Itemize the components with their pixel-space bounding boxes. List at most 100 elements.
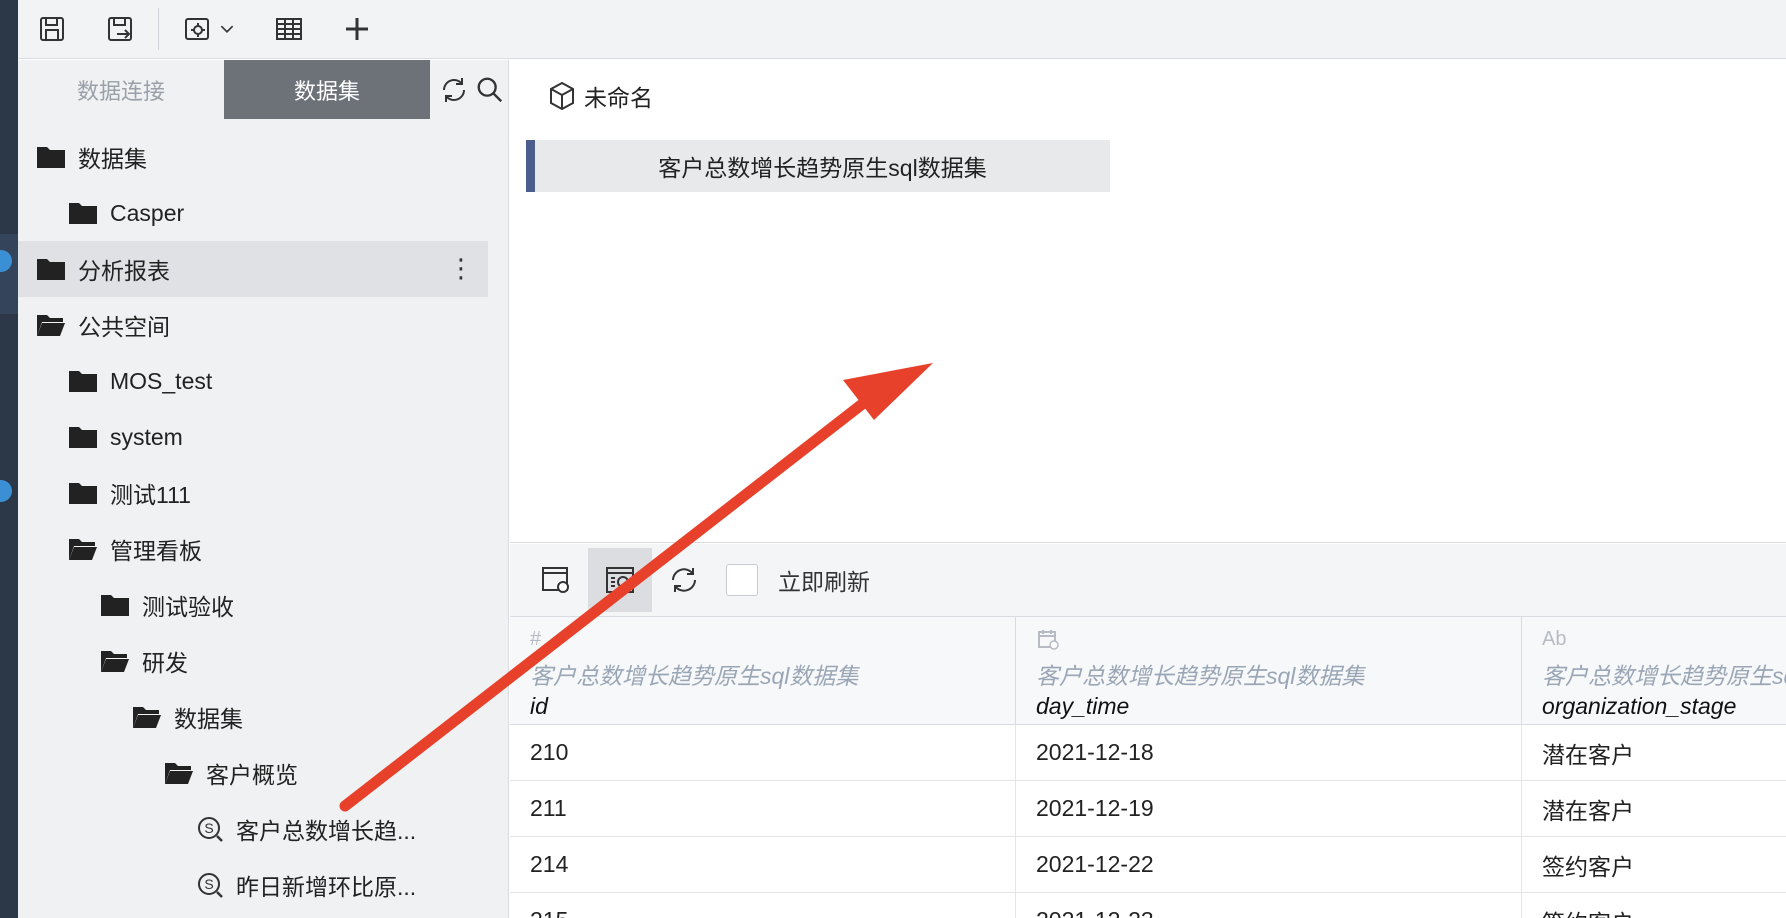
tree-item-sql-dataset[interactable]: S 昨日新增环比原...: [18, 857, 509, 913]
tree-item-folder[interactable]: 研发: [18, 633, 509, 689]
sql-dataset-icon: S: [196, 871, 236, 899]
svg-text:S: S: [204, 876, 213, 892]
table-cell: 签约客户: [1522, 893, 1786, 918]
grid-header: # 客户总数增长趋势原生sql数据集 id 客户总数增长趋势原生sql数据集 day_t…: [510, 617, 1786, 725]
table-row: 214 2021-12-22 签约客户: [510, 837, 1786, 893]
tree-item-folder[interactable]: 测试验收: [18, 577, 509, 633]
grid-body: 210 2021-12-18 潜在客户 211 2021-12-19 潜在客户 214 202…: [510, 725, 1786, 918]
table-row: 2152021-12-23签约客户: [510, 893, 1786, 918]
preview-settings-button[interactable]: [524, 548, 588, 612]
save-icon: [40, 17, 64, 41]
preview-data-button[interactable]: [588, 548, 652, 612]
auto-refresh-checkbox[interactable]: [726, 564, 758, 596]
preview-refresh-button[interactable]: [652, 548, 716, 612]
auto-refresh-label: 立即刷新: [778, 569, 870, 595]
nav-strip-badge[interactable]: [0, 480, 12, 502]
more-options-icon[interactable]: ⋮: [448, 253, 474, 283]
preview-toolbar: 立即刷新: [510, 544, 1786, 617]
folder-icon: [36, 256, 78, 282]
tree-item-folder[interactable]: 管理看板: [18, 521, 509, 577]
tree-item-folder[interactable]: 客户概览: [18, 745, 509, 801]
tree-item-label: 测试111: [110, 482, 191, 508]
folder-open-icon: [100, 648, 142, 674]
tree-item-label: 数据集: [78, 146, 147, 172]
table-button[interactable]: [255, 0, 323, 59]
search-button[interactable]: [472, 72, 508, 108]
folder-icon: [68, 200, 110, 226]
refresh-icon: [672, 568, 696, 592]
column-name: day_time: [1036, 693, 1130, 719]
window-settings-icon: [542, 567, 569, 593]
column-source: 客户总数增长趋势原生sql数据集: [1036, 663, 1365, 689]
table-cell: 215: [510, 893, 1016, 918]
nav-strip-highlight: [0, 234, 18, 314]
tree-item-folder[interactable]: 公共空间: [18, 297, 509, 353]
table-row: 211 2021-12-19 潜在客户: [510, 781, 1786, 837]
tree-item-label: MOS_test: [110, 367, 213, 394]
design-canvas[interactable]: 未命名 客户总数增长趋势原生sql数据集: [510, 60, 1786, 543]
search-icon: [477, 77, 503, 102]
panel-tabs: 数据连接 数据集: [18, 60, 509, 119]
table-cell: 2021-12-18: [1016, 725, 1522, 780]
tree-item-label: 数据集: [174, 706, 243, 732]
dataset-node[interactable]: 客户总数增长趋势原生sql数据集: [526, 140, 1110, 192]
folder-open-icon: [132, 704, 174, 730]
tree-item-label: 公共空间: [78, 314, 170, 340]
folder-icon: [68, 424, 110, 450]
table-cell: 2021-12-22: [1016, 837, 1522, 892]
table-cell: 214: [510, 837, 1016, 892]
refresh-button[interactable]: [436, 72, 472, 108]
tree-item-label: Casper: [110, 199, 185, 226]
table-cell: 潜在客户: [1522, 725, 1786, 780]
svg-text:S: S: [204, 820, 213, 836]
date-type-icon: [1038, 630, 1059, 650]
table-cell: 签约客户: [1522, 837, 1786, 892]
tree-item-label: 研发: [142, 650, 188, 676]
column-header[interactable]: 客户总数增长趋势原生sql数据集 day_time: [1016, 617, 1522, 724]
add-button[interactable]: [323, 0, 391, 59]
column-source: 客户总数增长趋势原生sql数据集: [530, 663, 859, 689]
column-name: id: [530, 693, 548, 719]
tree-item-label: 客户概览: [206, 762, 298, 788]
column-header[interactable]: Ab 客户总数增长趋势原生sql数据集 organization_stage: [1522, 617, 1786, 724]
save-button[interactable]: [18, 0, 86, 59]
tree-item-label: 昨日新增环比原...: [236, 874, 417, 900]
main-toolbar: [18, 0, 1786, 59]
tree-item-folder[interactable]: MOS_test: [18, 353, 509, 409]
tree-item-folder[interactable]: Casper: [18, 185, 509, 241]
dataset-title[interactable]: 未命名: [546, 76, 653, 116]
toolbar-divider: [158, 8, 159, 50]
column-header[interactable]: # 客户总数增长趋势原生sql数据集 id: [510, 617, 1016, 724]
dataset-tree: 数据集 Casper 分析报表 ⋮ 公共空间 MOS_testsystem 测试111 管理看…: [18, 129, 509, 913]
dataset-title-label: 未命名: [584, 85, 653, 111]
folder-icon: [36, 144, 78, 170]
settings-dropdown-button[interactable]: [163, 0, 255, 59]
folder-icon: [68, 480, 110, 506]
folder-icon: [68, 368, 110, 394]
add-icon: [346, 18, 368, 40]
tree-item-label: 客户总数增长趋...: [236, 818, 417, 844]
tab-dataset[interactable]: 数据集: [224, 60, 430, 119]
settings-icon: [185, 18, 209, 40]
sql-dataset-icon: S: [196, 815, 236, 843]
tree-item-folder[interactable]: 分析报表 ⋮: [18, 241, 488, 297]
tree-item-label: system: [110, 423, 183, 450]
dataset-browser-panel: 数据连接 数据集 数据集 Casper 分析报表 ⋮ 公共空间 MOS_testsyste…: [18, 60, 509, 918]
cube-icon: [550, 81, 574, 111]
tree-item-folder[interactable]: system: [18, 409, 509, 465]
tree-item-sql-dataset[interactable]: S 客户总数增长趋...: [18, 801, 509, 857]
tree-item-folder[interactable]: 数据集: [18, 129, 509, 185]
table-cell: 211: [510, 781, 1016, 836]
table-cell: 2021-12-23: [1016, 893, 1522, 918]
tab-data-connection[interactable]: 数据连接: [18, 60, 224, 119]
folder-open-icon: [164, 760, 206, 786]
tree-item-folder[interactable]: 测试111: [18, 465, 509, 521]
refresh-icon: [443, 77, 465, 102]
folder-open-icon: [68, 536, 110, 562]
tree-item-folder[interactable]: 数据集: [18, 689, 509, 745]
column-name: organization_stage: [1542, 693, 1737, 719]
data-preview-icon: [606, 567, 634, 593]
table-cell: 2021-12-19: [1016, 781, 1522, 836]
tree-item-label: 测试验收: [142, 594, 234, 620]
save-as-button[interactable]: [86, 0, 154, 59]
